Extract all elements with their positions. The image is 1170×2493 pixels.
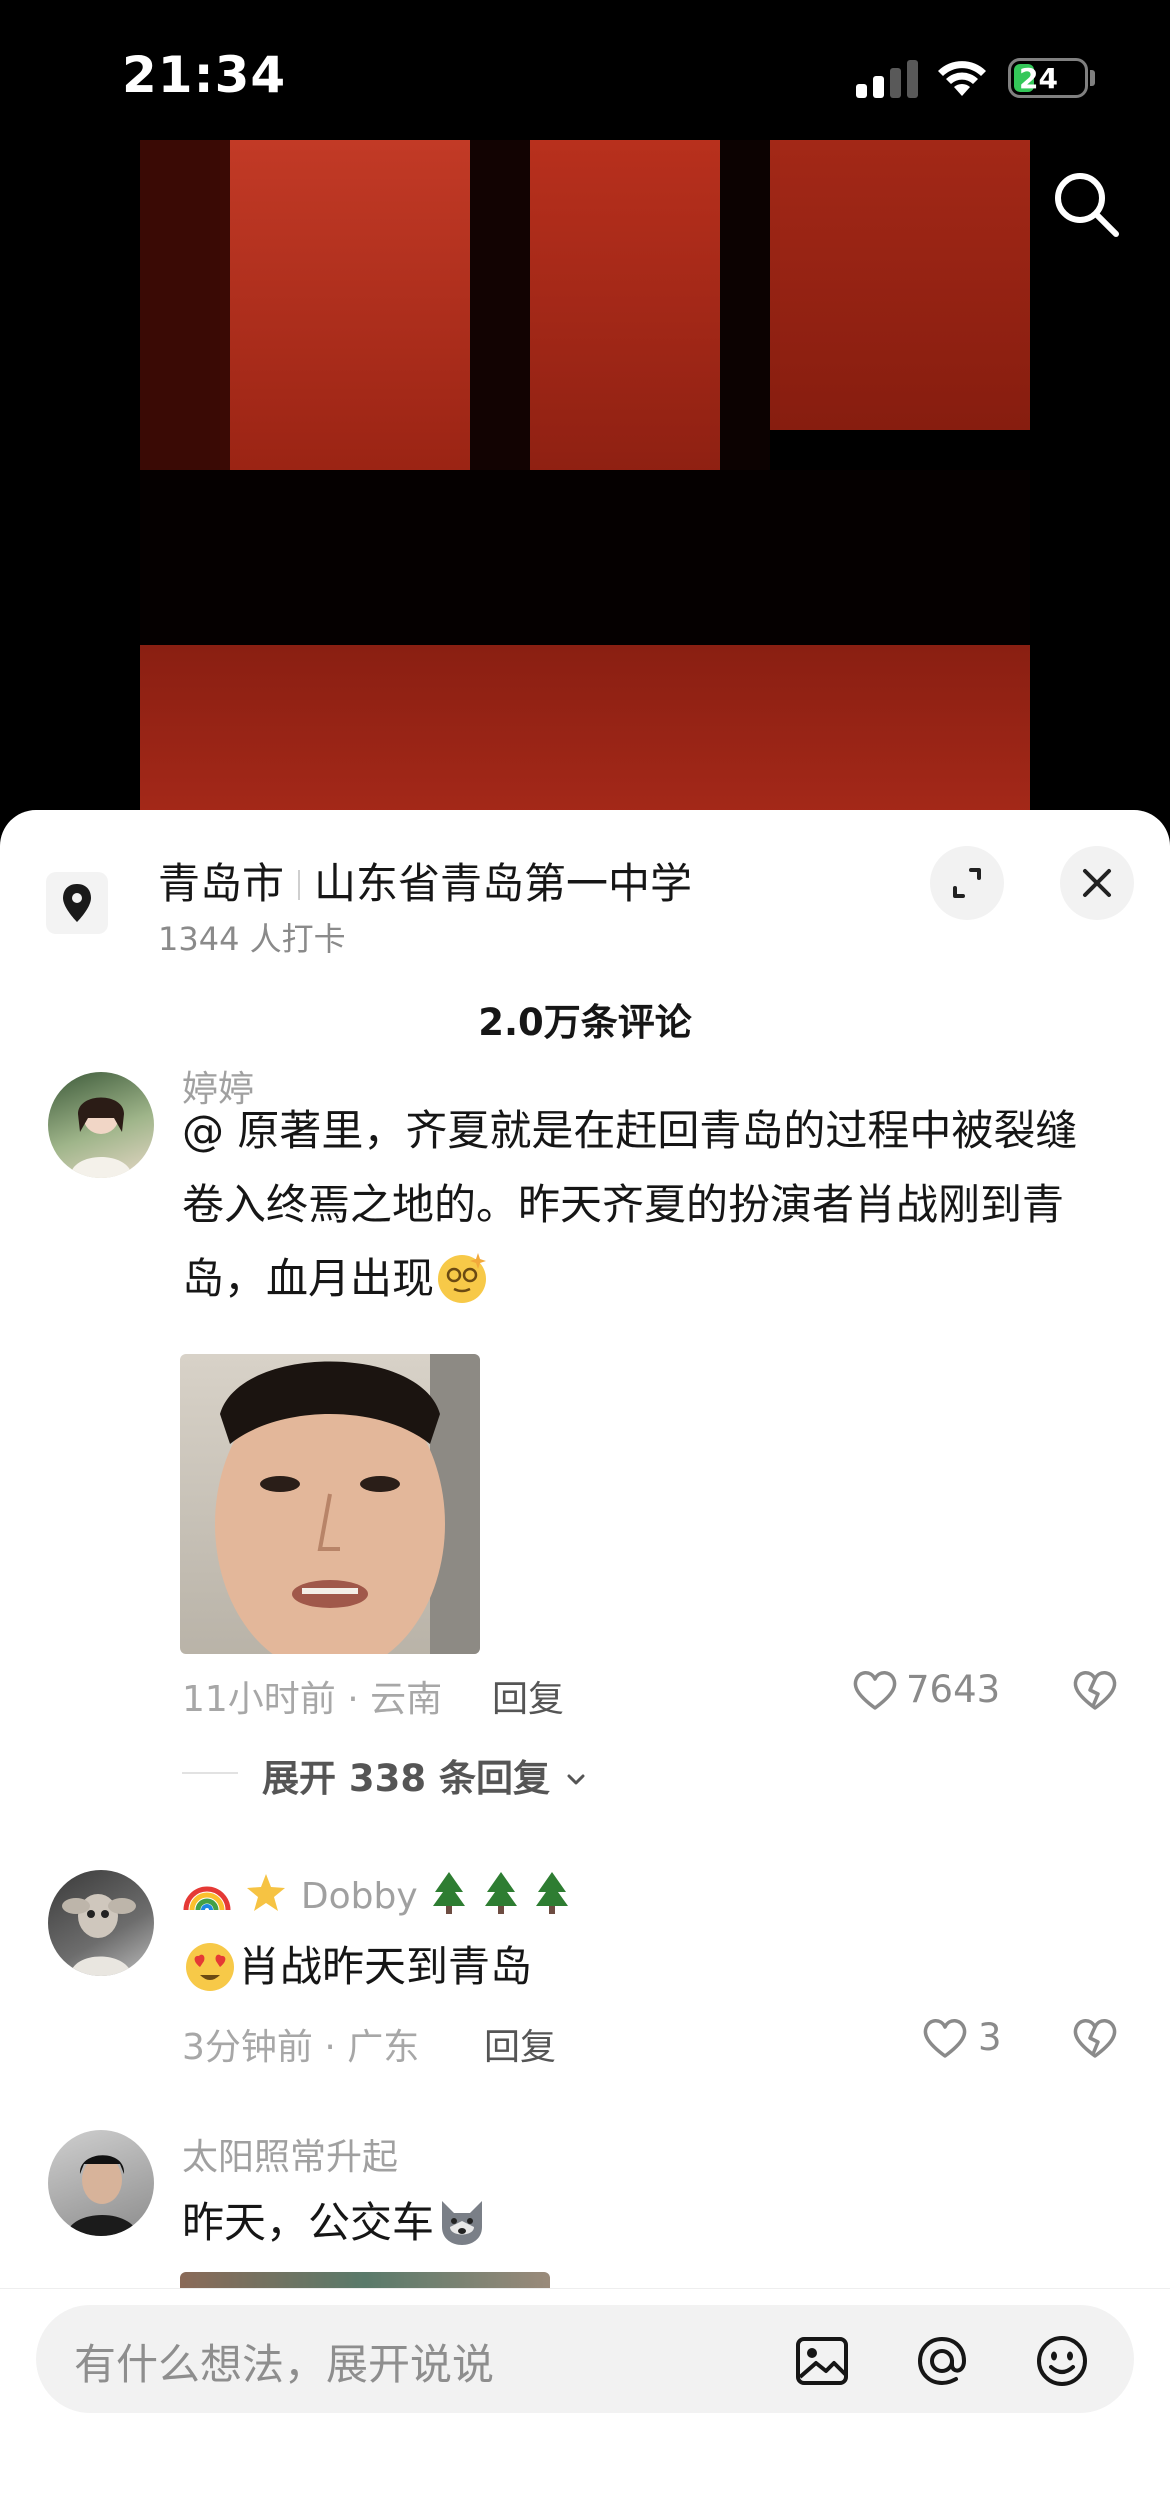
comment-username[interactable]: 太阳照常升起 [182,2128,398,2180]
comment-input-placeholder[interactable]: 有什么想法，展开说说 [74,2331,494,2392]
tree-icon [433,1872,466,1914]
location-title[interactable]: 青岛市 山东省青岛第一中学 [158,850,692,911]
comment-image[interactable] [180,1354,480,1654]
emoji-icon[interactable] [1032,2331,1092,2391]
divider [182,1772,238,1774]
tree-icon [484,1872,517,1914]
checkin-count: 1344 人打卡 [158,920,346,958]
chevron-down-icon [567,1774,585,1785]
reply-button[interactable]: 回复 [484,2018,556,2070]
battery-level: 24 [1019,62,1058,95]
like-count: 7643 [906,1668,1001,1711]
comment-meta: 11小时前 · 云南 [182,1679,443,1720]
rainbow-icon [183,1886,231,1911]
avatar[interactable] [48,2130,154,2236]
comment-text-line: 岛，血月出现 [182,1254,435,1303]
comment-input-bar: 有什么想法，展开说说 [0,2288,1170,2493]
like-count: 3 [978,2016,1002,2059]
expand-replies-button[interactable]: 展开 338 条回复 [262,1748,589,1802]
comment-meta: 3分钟前 · 广东 [182,2027,420,2068]
tree-icon [536,1872,569,1914]
comment-text: 肖战昨天到青岛 [182,1930,532,2004]
comment-text-line: @ 原著里，齐夏就是在赶回青岛的过程中被裂缝 [182,1106,1078,1155]
status-time: 21:34 [122,46,287,104]
avatar[interactable] [48,1870,154,1976]
wifi-icon [938,61,986,96]
close-icon[interactable] [1060,846,1134,920]
comment-text-line: 卷入终焉之地的。昨天齐夏的扮演者肖战刚到青 [182,1180,1065,1229]
battery-icon: 24 [1008,58,1088,98]
dizzy-face-emoji-icon [438,1253,487,1303]
location-place[interactable]: 山东省青岛第一中学 [314,859,692,908]
expand-replies-label: 展开 338 条回复 [262,1757,550,1800]
location-city[interactable]: 青岛市 [158,859,284,908]
comment-text-content: 昨天，公交车 [182,2198,435,2247]
image-icon[interactable] [792,2331,852,2391]
comments-sheet: 青岛市 山东省青岛第一中学 1344 人打卡 2.0万条评论 婷婷 @ 原著里，齐… [0,810,1170,2492]
heart-icon[interactable] [850,1666,900,1716]
comment-text: @ 原著里，齐夏就是在赶回青岛的过程中被裂缝 卷入终焉之地的。昨天齐夏的扮演者肖… [182,1094,1142,1316]
search-icon[interactable] [1050,168,1122,240]
video-frame[interactable] [0,140,1170,840]
wolf-emoji-icon [442,2201,483,2245]
comment-username[interactable]: Dobby [182,1870,572,1917]
glowing-star-icon [247,1874,286,1911]
location-pin-icon[interactable] [46,872,108,934]
comment-text-content: 肖战昨天到青岛 [238,1942,533,1991]
at-icon[interactable] [912,2331,972,2391]
heart-icon[interactable] [920,2014,970,2064]
comment-username-text: Dobby [300,1876,418,1917]
cellular-signal-icon [856,60,920,98]
broken-heart-icon[interactable] [1070,2014,1120,2064]
comment-count-title: 2.0万条评论 [478,1001,692,1044]
status-bar: 21:34 24 [0,0,1170,150]
broken-heart-icon[interactable] [1070,1666,1120,1716]
expand-icon[interactable] [930,846,1004,920]
comment-input[interactable]: 有什么想法，展开说说 [36,2305,1134,2413]
reply-button[interactable]: 回复 [492,1670,564,1722]
heart-eyes-emoji-icon [186,1943,234,1991]
comment-text: 昨天，公交车 [182,2186,490,2260]
avatar[interactable] [48,1072,154,1178]
